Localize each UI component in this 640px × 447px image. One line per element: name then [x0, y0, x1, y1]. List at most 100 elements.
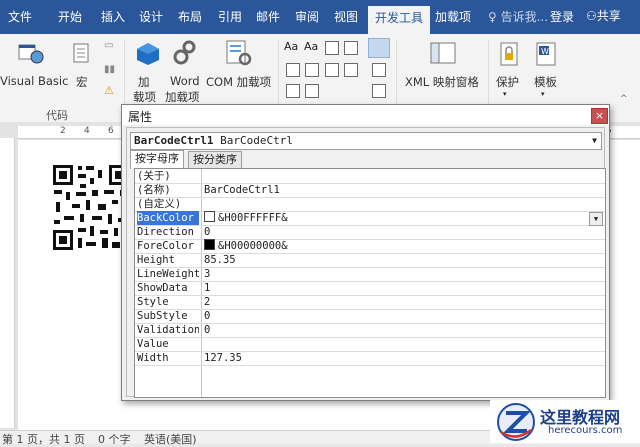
property-row[interactable]: SubStyle 0	[135, 309, 605, 324]
property-name: Direction	[137, 226, 194, 238]
word-addins-label-line2[interactable]: 加载项	[165, 89, 200, 105]
property-name: (自定义)	[137, 198, 182, 210]
qr-barcode-control[interactable]	[52, 164, 130, 252]
property-name: LineWeight	[137, 268, 199, 280]
language-indicator[interactable]: 英语(美国)	[144, 431, 197, 447]
protect-button[interactable]: 保护	[496, 74, 519, 90]
combobox-control-icon[interactable]	[305, 63, 319, 77]
template-icon: W	[536, 42, 558, 69]
tab-developer[interactable]: 开发工具	[368, 6, 431, 34]
color-swatch	[204, 239, 215, 250]
property-value[interactable]: 127.35	[204, 351, 242, 365]
addins-label-line2[interactable]: 载项	[133, 89, 156, 105]
property-value[interactable]: 3	[204, 267, 210, 281]
property-name: Height	[137, 254, 175, 266]
xml-mapping-button[interactable]: XML 映射窗格	[405, 74, 479, 90]
template-dropdown-icon[interactable]: ▾	[541, 90, 545, 98]
code-group-label: 代码	[46, 109, 68, 122]
tab-categorized[interactable]: 按分类序	[188, 151, 242, 168]
tab-layout[interactable]: 布局	[178, 8, 202, 25]
macro-security-icon[interactable]: ⚠	[104, 84, 114, 97]
tab-alphabetic[interactable]: 按字母序	[130, 150, 184, 169]
share-button[interactable]: ⚇共享	[586, 7, 621, 24]
property-value[interactable]: 85.35	[204, 253, 236, 267]
visual-basic-button[interactable]: Visual Basic	[0, 74, 68, 88]
rich-text-control-icon[interactable]: Aa	[284, 40, 298, 53]
property-name: Validation	[137, 324, 199, 336]
property-row[interactable]: Validation 0	[135, 323, 605, 338]
property-row[interactable]: (关于)	[135, 169, 605, 184]
property-value[interactable]: 0	[204, 225, 210, 239]
property-value[interactable]: 0	[204, 323, 210, 337]
chevron-down-icon[interactable]: ▼	[589, 212, 603, 226]
object-select-combo[interactable]: BarCodeCtrl1 BarCodeCtrl ▼	[130, 132, 602, 150]
template-button[interactable]: 模板	[534, 74, 557, 90]
date-picker-control-icon[interactable]	[344, 63, 358, 77]
plain-text-control-icon[interactable]: Aa	[304, 40, 318, 53]
property-name: Style	[137, 296, 169, 308]
com-addins-icon	[226, 40, 252, 69]
property-row[interactable]: ForeColor &H00000000&	[135, 239, 605, 254]
property-row[interactable]: Width 127.35	[135, 351, 605, 366]
dropdown-control-icon[interactable]	[325, 63, 339, 77]
tell-me-search[interactable]: ♀ 告诉我...	[488, 8, 548, 25]
property-value-color[interactable]: &H00FFFFFF&	[204, 211, 288, 225]
property-name: ForeColor	[137, 240, 194, 252]
property-row[interactable]: ShowData 1	[135, 281, 605, 296]
property-row[interactable]: (名称) BarCodeCtrl1	[135, 183, 605, 198]
ribbon-tab-bar: 文件 开始 插入 设计 布局 引用 邮件 审阅 视图 开发工具 加载项 ♀ 告诉…	[0, 0, 640, 34]
addins-label-line1[interactable]: 加	[138, 74, 150, 90]
page-count[interactable]: 第 1 页，共 1 页	[2, 431, 85, 447]
building-block-control-icon[interactable]	[344, 41, 358, 55]
property-row[interactable]: Direction 0	[135, 225, 605, 240]
collapse-ribbon-icon[interactable]: ^	[620, 94, 628, 104]
property-row[interactable]: Style 2	[135, 295, 605, 310]
property-row[interactable]: LineWeight 3	[135, 267, 605, 282]
group-icon[interactable]	[372, 84, 386, 98]
property-name: Width	[137, 352, 169, 364]
tab-design[interactable]: 设计	[139, 8, 163, 25]
tab-references[interactable]: 引用	[218, 8, 242, 25]
macros-icon	[72, 43, 92, 68]
pause-recording-icon[interactable]: ▮▮	[104, 64, 115, 75]
property-value[interactable]: 1	[204, 281, 210, 295]
property-row[interactable]: Height 85.35	[135, 253, 605, 268]
ruler-mark: 6	[108, 126, 114, 136]
word-count[interactable]: 0 个字	[98, 431, 131, 447]
object-type: BarCodeCtrl	[220, 134, 293, 147]
properties-dialog[interactable]: 属性 × BarCodeCtrl1 BarCodeCtrl ▼ 按字母序 按分类…	[121, 104, 610, 401]
tab-review[interactable]: 审阅	[295, 8, 319, 25]
property-row[interactable]: Value	[135, 337, 605, 352]
property-name: BackColor	[137, 211, 199, 225]
property-value[interactable]: 2	[204, 295, 210, 309]
checkbox-control-icon[interactable]	[286, 63, 300, 77]
close-button[interactable]: ×	[591, 108, 608, 124]
com-addins-button[interactable]: COM 加载项	[206, 74, 271, 90]
design-mode-icon[interactable]	[368, 38, 390, 58]
property-value[interactable]: 0	[204, 309, 210, 323]
tab-file[interactable]: 文件	[8, 8, 32, 25]
tab-mailings[interactable]: 邮件	[256, 8, 280, 25]
tab-home[interactable]: 开始	[58, 8, 82, 25]
dialog-title-bar[interactable]: 属性 ×	[122, 105, 609, 125]
property-name: Value	[137, 338, 169, 350]
property-row[interactable]: (自定义)	[135, 197, 605, 212]
macros-button[interactable]: 宏	[76, 74, 88, 90]
property-grid: (关于) (名称) BarCodeCtrl1 (自定义) BackColor &…	[134, 168, 606, 398]
properties-icon[interactable]	[372, 63, 386, 77]
tab-view[interactable]: 视图	[334, 8, 358, 25]
property-row-selected[interactable]: BackColor &H00FFFFFF& ▼	[135, 211, 605, 226]
chevron-down-icon[interactable]: ▼	[592, 133, 597, 149]
property-value-color[interactable]: &H00000000&	[204, 239, 288, 253]
record-macro-icon[interactable]: ▭	[104, 40, 113, 51]
property-value[interactable]: BarCodeCtrl1	[204, 183, 280, 197]
tab-insert[interactable]: 插入	[101, 8, 125, 25]
property-value-text: &H00FFFFFF&	[218, 212, 288, 224]
picture-control-icon[interactable]	[325, 41, 339, 55]
login-link[interactable]: 登录	[550, 8, 574, 25]
legacy-tools-icon[interactable]	[305, 84, 319, 98]
word-addins-label-line1[interactable]: Word	[170, 74, 200, 88]
protect-dropdown-icon[interactable]: ▾	[503, 90, 507, 98]
repeating-section-icon[interactable]	[286, 84, 300, 98]
tab-addins[interactable]: 加载项	[435, 8, 471, 25]
